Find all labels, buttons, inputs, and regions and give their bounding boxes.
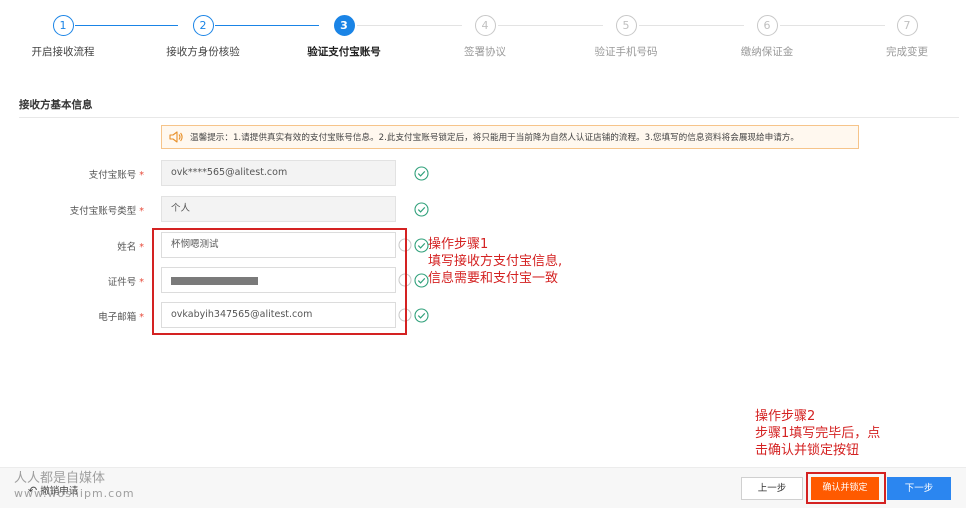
watermark: 人人都是自媒体 www.woshipm.com [14,471,135,500]
step-number: 5 [615,15,637,36]
annotation-step1: 操作步骤1 填写接收方支付宝信息, 信息需要和支付宝一致 [428,237,563,286]
step-1: 1 开启接收流程 [3,15,123,59]
name-label: 姓名 * [117,242,144,253]
email-label: 电子邮箱 * [98,312,144,323]
step-7: 7 完成变更 [847,15,966,59]
step-label: 签署协议 [464,46,506,58]
step-label: 完成变更 [886,46,928,58]
annotation-step2: 操作步骤2 步骤1填写完毕后，点 击确认并锁定按钮 [755,409,881,458]
annotation-box-step2 [806,472,886,504]
progress-stepper: 1 开启接收流程 2 接收方身份核验 3 验证支付宝账号 4 签署协议 5 验证… [0,0,966,70]
notice-text: 温馨提示：1.请提供真实有效的支付宝账号信息。2.此支付宝账号锁定后，将只能用于… [190,133,799,143]
account-type-row: 支付宝账号类型 * 个人 [0,196,460,222]
section-divider [19,117,959,118]
alipay-account-label: 支付宝账号 * [88,170,144,181]
id-number-label: 证件号 * [107,277,144,288]
next-button[interactable]: 下一步 [887,477,951,500]
alipay-account-field: ovk****565@alitest.com [161,160,396,186]
step-number: 3 [333,15,355,36]
step-number: 1 [52,15,74,36]
step-number: 4 [474,15,496,36]
step-label: 开启接收流程 [31,46,95,58]
annotation-box-step1 [152,228,407,335]
account-type-field: 个人 [161,196,396,222]
alipay-account-row: 支付宝账号 * ovk****565@alitest.com [0,160,460,186]
step-6: 6 缴纳保证金 [707,15,827,59]
step-number: 2 [192,15,214,36]
step-4: 4 签署协议 [425,15,545,59]
step-5: 5 验证手机号码 [566,15,686,59]
check-circle-icon [414,202,429,217]
step-number: 6 [756,15,778,36]
speaker-icon [169,131,183,143]
account-type-label: 支付宝账号类型 * [69,206,144,217]
step-label: 缴纳保证金 [740,46,794,58]
section-title: 接收方基本信息 [19,99,93,111]
notice-banner: 温馨提示：1.请提供真实有效的支付宝账号信息。2.此支付宝账号锁定后，将只能用于… [161,125,859,149]
step-3: 3 验证支付宝账号 [284,15,404,59]
step-number: 7 [896,15,918,36]
check-circle-icon [414,308,429,323]
step-label: 接收方身份核验 [166,46,240,58]
check-circle-icon [414,166,429,181]
check-circle-icon [414,238,429,253]
check-circle-icon [414,273,429,288]
step-label: 验证支付宝账号 [307,46,381,58]
step-2: 2 接收方身份核验 [143,15,263,59]
step-label: 验证手机号码 [594,46,658,58]
prev-button[interactable]: 上一步 [741,477,803,500]
